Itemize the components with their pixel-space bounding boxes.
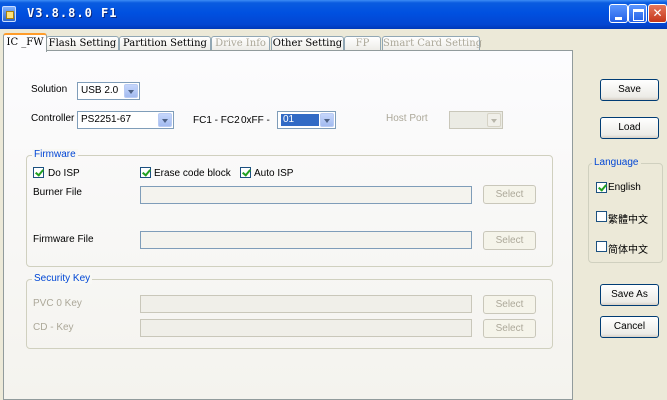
tab-smart-card-setting[interactable]: Smart Card Setting bbox=[382, 36, 482, 51]
cd-key-input[interactable] bbox=[140, 319, 472, 337]
simplified-chinese-checkbox[interactable] bbox=[596, 241, 607, 252]
cancel-button[interactable]: Cancel bbox=[600, 316, 659, 338]
pvc0-key-input[interactable] bbox=[140, 295, 472, 313]
controller-value: PS2251-67 bbox=[81, 114, 132, 125]
title-bar: V3.8.8.0 F1 ✕ bbox=[0, 0, 667, 29]
cd-key-label: CD - Key bbox=[33, 322, 74, 333]
chevron-down-icon[interactable] bbox=[487, 113, 501, 127]
minimize-button[interactable] bbox=[609, 4, 628, 23]
traditional-chinese-checkbox[interactable] bbox=[596, 211, 607, 222]
controller-dropdown[interactable]: PS2251-67 bbox=[77, 111, 174, 129]
load-button[interactable]: Load bbox=[600, 117, 659, 139]
chevron-down-icon[interactable] bbox=[124, 84, 138, 98]
pvc0-key-label: PVC 0 Key bbox=[33, 298, 82, 309]
fc-value: 01 bbox=[281, 114, 319, 126]
burner-file-label: Burner File bbox=[33, 187, 82, 198]
save-as-button[interactable]: Save As bbox=[600, 284, 659, 306]
chevron-down-icon[interactable] bbox=[320, 113, 334, 127]
erase-code-block-label: Erase code block bbox=[154, 168, 231, 179]
auto-isp-label: Auto ISP bbox=[254, 168, 294, 179]
english-checkbox[interactable] bbox=[596, 182, 607, 193]
tab-ic-fw[interactable]: IC _FW bbox=[3, 33, 47, 52]
tab-flash-setting[interactable]: Flash Setting bbox=[46, 36, 119, 51]
solution-label: Solution bbox=[31, 84, 68, 95]
cd-key-select-button[interactable]: Select bbox=[483, 319, 536, 338]
fc-prefix: 0xFF - bbox=[241, 115, 270, 126]
tab-partition-setting[interactable]: Partition Setting bbox=[119, 36, 211, 51]
erase-code-block-checkbox[interactable] bbox=[140, 167, 151, 178]
host-port-dropdown[interactable] bbox=[449, 111, 503, 129]
fc-dropdown[interactable]: 01 bbox=[277, 111, 336, 129]
traditional-chinese-label: 繁體中文 bbox=[608, 215, 648, 226]
tab-other-setting[interactable]: Other Setting bbox=[271, 36, 344, 51]
solution-value: USB 2.0 bbox=[81, 85, 119, 96]
simplified-chinese-label: 简体中文 bbox=[608, 245, 648, 256]
pvc0-key-select-button[interactable]: Select bbox=[483, 295, 536, 314]
firmware-file-select-button[interactable]: Select bbox=[483, 231, 536, 250]
app-icon bbox=[2, 6, 16, 22]
firmware-file-input[interactable] bbox=[140, 231, 472, 249]
maximize-button[interactable] bbox=[628, 4, 647, 23]
security-key-group-title: Security Key bbox=[32, 273, 93, 284]
solution-dropdown[interactable]: USB 2.0 bbox=[77, 82, 140, 100]
auto-isp-checkbox[interactable] bbox=[240, 167, 251, 178]
burner-file-select-button[interactable]: Select bbox=[483, 185, 536, 204]
tab-fp[interactable]: FP bbox=[344, 36, 381, 51]
window-title: V3.8.8.0 F1 bbox=[27, 6, 118, 20]
security-key-group: Security Key PVC 0 Key Select CD - Key S… bbox=[26, 273, 553, 349]
english-label: English bbox=[608, 182, 641, 193]
save-button[interactable]: Save bbox=[600, 79, 659, 101]
language-group: Language English 繁體中文 简体中文 bbox=[588, 157, 663, 263]
language-group-title: Language bbox=[592, 157, 641, 168]
ic-fw-panel: Solution USB 2.0 Controller PS2251-67 FC… bbox=[3, 50, 573, 400]
firmware-file-label: Firmware File bbox=[33, 234, 94, 245]
close-button[interactable]: ✕ bbox=[648, 4, 667, 23]
controller-label: Controller bbox=[31, 113, 75, 124]
burner-file-input[interactable] bbox=[140, 186, 472, 204]
firmware-group: Firmware Do ISP Erase code block Auto IS… bbox=[26, 149, 553, 267]
chevron-down-icon[interactable] bbox=[158, 113, 172, 127]
do-isp-checkbox[interactable] bbox=[33, 167, 44, 178]
tab-drive-info[interactable]: Drive Info bbox=[211, 36, 270, 51]
fc-label: FC1 - FC2 bbox=[193, 115, 240, 126]
firmware-group-title: Firmware bbox=[32, 149, 78, 160]
do-isp-label: Do ISP bbox=[48, 168, 80, 179]
host-port-label: Host Port bbox=[386, 113, 428, 124]
